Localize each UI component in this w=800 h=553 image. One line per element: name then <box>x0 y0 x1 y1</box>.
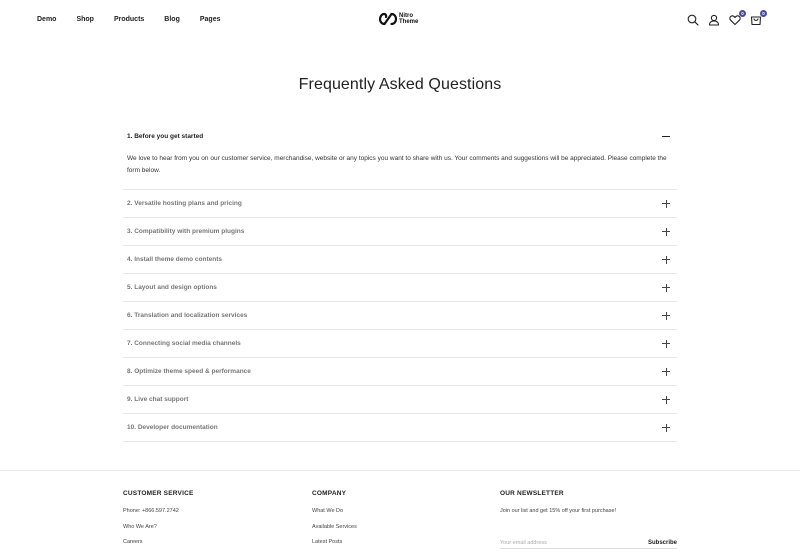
faq-question: 10. Developer documentation <box>127 424 218 431</box>
logo-mark-icon <box>379 12 397 26</box>
newsletter-form: Subscribe <box>500 537 677 549</box>
faq-question: 9. Live chat support <box>127 396 189 403</box>
faq-accordion: 1. Before you get started We love to hea… <box>123 122 677 442</box>
faq-question: 5. Layout and design options <box>127 284 217 291</box>
nav-shop[interactable]: Shop <box>76 15 94 25</box>
wishlist-button[interactable]: 0 <box>729 10 746 26</box>
newsletter-email-input[interactable] <box>500 539 630 546</box>
logo-line2: Theme <box>399 19 419 25</box>
faq-question-row[interactable]: 8. Optimize theme speed & performance <box>123 358 677 385</box>
plus-icon[interactable] <box>662 283 670 292</box>
faq-question-row[interactable]: 6. Translation and localization services <box>123 302 677 329</box>
faq-item: 9. Live chat support <box>123 386 677 414</box>
faq-item: 7. Connecting social media channels <box>123 330 677 358</box>
faq-question: 7. Connecting social media channels <box>127 340 241 347</box>
minus-icon[interactable] <box>662 132 670 140</box>
faq-question-row[interactable]: 1. Before you get started <box>123 122 677 150</box>
subscribe-button[interactable]: Subscribe <box>648 540 677 546</box>
faq-question-row[interactable]: 5. Layout and design options <box>123 274 677 301</box>
faq-item: 8. Optimize theme speed & performance <box>123 358 677 386</box>
footer-heading: COMPANY <box>312 490 347 497</box>
footer-newsletter: OUR NEWSLETTER Join our list and get 15%… <box>500 490 677 549</box>
plus-icon[interactable] <box>662 311 670 320</box>
cart-button[interactable]: 0 <box>750 10 767 26</box>
main-nav: Demo Shop Products Blog Pages <box>37 15 240 25</box>
faq-question-row[interactable]: 10. Developer documentation <box>123 414 677 441</box>
account-button[interactable] <box>708 14 720 26</box>
nav-pages[interactable]: Pages <box>200 15 221 25</box>
faq-question-row[interactable]: 7. Connecting social media channels <box>123 330 677 357</box>
faq-question: 8. Optimize theme speed & performance <box>127 368 251 375</box>
plus-icon[interactable] <box>662 227 670 236</box>
faq-answer: We love to hear from you on our customer… <box>127 155 667 174</box>
footer-phone[interactable]: Phone: +866.597.2742 <box>123 507 194 523</box>
faq-item: 1. Before you get started We love to hea… <box>123 122 677 190</box>
plus-icon[interactable] <box>662 367 670 376</box>
search-button[interactable] <box>687 14 699 26</box>
nav-demo[interactable]: Demo <box>37 15 56 25</box>
footer-link-careers[interactable]: Careers <box>123 538 194 553</box>
faq-question: 4. Install theme demo contents <box>127 256 222 263</box>
nav-products[interactable]: Products <box>114 15 144 25</box>
footer-customer-service: CUSTOMER SERVICE Phone: +866.597.2742 Wh… <box>123 490 194 553</box>
logo-text: Nitro Theme <box>399 13 418 26</box>
footer-heading: OUR NEWSLETTER <box>500 490 564 497</box>
site-logo[interactable]: Nitro Theme <box>379 12 418 26</box>
faq-question-row[interactable]: 4. Install theme demo contents <box>123 246 677 273</box>
footer-link-latest-posts[interactable]: Latest Posts <box>312 538 357 553</box>
faq-item: 5. Layout and design options <box>123 274 677 302</box>
footer-divider <box>0 470 800 471</box>
plus-icon[interactable] <box>662 199 670 208</box>
faq-question: 3. Compatibility with premium plugins <box>127 228 245 235</box>
user-icon <box>708 14 720 26</box>
page-title: Frequently Asked Questions <box>298 76 502 93</box>
newsletter-text: Join our list and get 15% off your first… <box>500 508 617 514</box>
plus-icon[interactable] <box>662 423 670 432</box>
footer-link-available-services[interactable]: Available Services <box>312 523 357 539</box>
search-icon <box>687 14 699 26</box>
faq-question-row[interactable]: 3. Compatibility with premium plugins <box>123 218 677 245</box>
footer-heading: CUSTOMER SERVICE <box>123 490 194 497</box>
cart-count-badge: 0 <box>760 10 767 17</box>
faq-item: 10. Developer documentation <box>123 414 677 442</box>
header-icons: 0 0 <box>678 10 767 26</box>
faq-item: 3. Compatibility with premium plugins <box>123 218 677 246</box>
wishlist-count-badge: 0 <box>739 10 746 17</box>
site-header: Demo Shop Products Blog Pages Nitro Them… <box>0 0 800 40</box>
plus-icon[interactable] <box>662 395 670 404</box>
faq-question: 1. Before you get started <box>127 132 204 140</box>
faq-item: 2. Versatile hosting plans and pricing <box>123 190 677 218</box>
footer-link-what-we-do[interactable]: What We Do <box>312 507 357 523</box>
footer-company: COMPANY What We Do Available Services La… <box>312 490 357 553</box>
footer-link-who-we-are[interactable]: Who We Are? <box>123 523 194 539</box>
plus-icon[interactable] <box>662 339 670 348</box>
faq-question-row[interactable]: 9. Live chat support <box>123 386 677 413</box>
plus-icon[interactable] <box>662 255 670 264</box>
faq-item: 6. Translation and localization services <box>123 302 677 330</box>
nav-blog[interactable]: Blog <box>164 15 180 25</box>
faq-item: 4. Install theme demo contents <box>123 246 677 274</box>
faq-question-row[interactable]: 2. Versatile hosting plans and pricing <box>123 190 677 217</box>
faq-question: 2. Versatile hosting plans and pricing <box>127 200 242 207</box>
faq-question: 6. Translation and localization services <box>127 312 248 319</box>
